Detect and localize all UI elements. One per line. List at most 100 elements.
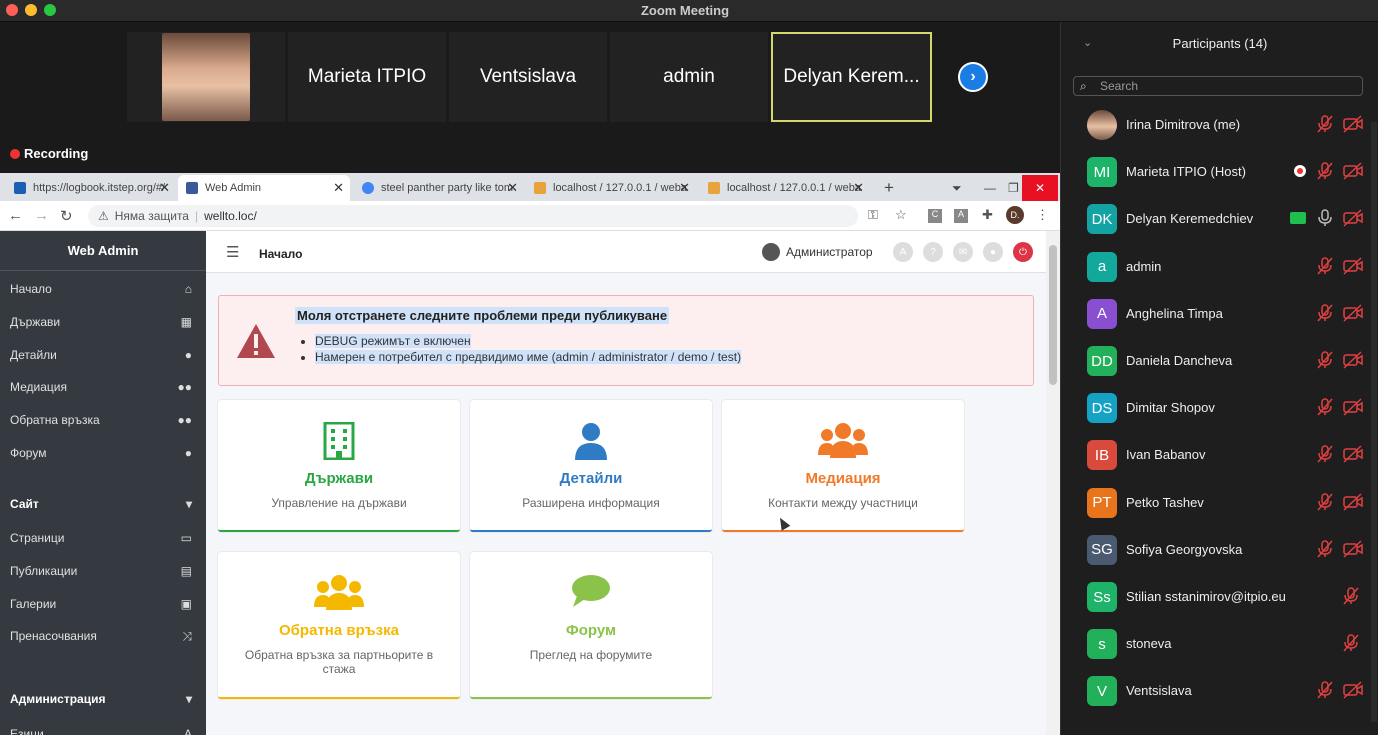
participant-row[interactable]: A Anghelina Timpa: [1061, 293, 1378, 340]
forward-icon[interactable]: →: [34, 207, 49, 224]
favicon-icon: [186, 182, 198, 194]
participant-name: Ventsislava: [1126, 683, 1192, 699]
sidebar-item-details[interactable]: Детайли ●: [0, 340, 206, 370]
participant-row[interactable]: DK Delyan Keremedchiev: [1061, 198, 1378, 245]
video-tile[interactable]: Marieta ITPIO: [288, 32, 446, 122]
user-menu[interactable]: Администратор: [762, 243, 873, 261]
video-tile-self[interactable]: [127, 32, 285, 122]
power-icon[interactable]: ⏻: [1013, 242, 1033, 262]
microphone-muted-icon[interactable]: [1317, 398, 1333, 416]
sidebar-section-site[interactable]: Сайт ▾: [0, 489, 206, 519]
microphone-muted-icon[interactable]: [1317, 540, 1333, 558]
participant-name: Marieta ITPIO (Host): [1126, 164, 1246, 180]
participant-row[interactable]: Irina Dimitrova (me): [1061, 104, 1378, 151]
sidebar-item-mediation[interactable]: Медиация ●●: [0, 372, 206, 402]
extension-icon[interactable]: C: [928, 209, 942, 223]
back-icon[interactable]: ←: [8, 207, 23, 224]
participant-row[interactable]: DD Daniela Dancheva: [1061, 340, 1378, 387]
card-title: Държави: [304, 470, 374, 487]
hamburger-menu-icon[interactable]: ☰: [226, 243, 239, 261]
security-label[interactable]: Няма защита: [115, 209, 189, 223]
participant-row[interactable]: a admin: [1061, 246, 1378, 293]
microphone-muted-icon[interactable]: [1317, 304, 1333, 322]
profile-avatar[interactable]: D.: [1006, 206, 1024, 224]
help-icon[interactable]: ?: [923, 242, 943, 262]
browser-tab[interactable]: steel panther party like tom ✕: [354, 175, 524, 201]
microphone-muted-icon[interactable]: [1343, 634, 1359, 652]
microphone-muted-icon[interactable]: [1317, 492, 1333, 511]
sidebar-item-feedback[interactable]: Обратна връзка ●●: [0, 405, 206, 435]
participant-row[interactable]: DS Dimitar Shopov: [1061, 387, 1378, 434]
sidebar-item-forum[interactable]: Форум ●: [0, 438, 206, 468]
language-circle-icon[interactable]: A: [893, 242, 913, 262]
recording-icon: [1294, 165, 1306, 178]
star-icon[interactable]: ☆: [895, 207, 907, 223]
card-feedback[interactable]: Обратна връзка Обратна връзка за партньо…: [218, 552, 460, 699]
chat-icon[interactable]: ●: [983, 242, 1003, 262]
sidebar-item-languages[interactable]: Езици A: [0, 717, 206, 735]
participant-row[interactable]: IB Ivan Babanov: [1061, 434, 1378, 481]
recording-indicator: Recording: [10, 146, 88, 161]
sidebar-section-admin[interactable]: Администрация ▾: [0, 684, 206, 714]
scrollbar-thumb[interactable]: [1049, 245, 1057, 385]
extension-icon[interactable]: A: [954, 209, 968, 223]
sidebar-brand[interactable]: Web Admin: [0, 231, 206, 271]
close-tab-icon[interactable]: ✕: [679, 180, 690, 196]
card-details[interactable]: Детайли Разширена информация: [470, 400, 712, 532]
close-tab-icon[interactable]: ✕: [507, 180, 518, 196]
participant-row[interactable]: PT Petko Tashev: [1061, 482, 1378, 529]
microphone-muted-icon[interactable]: [1317, 445, 1333, 463]
participants-search-input[interactable]: ⌕ Search: [1073, 76, 1363, 96]
microphone-muted-icon[interactable]: [1317, 681, 1333, 699]
page-scrollbar[interactable]: [1046, 231, 1060, 735]
video-tile-active-speaker[interactable]: Delyan Kerem...: [771, 32, 932, 122]
close-tab-icon[interactable]: ✕: [159, 180, 170, 196]
new-tab-button[interactable]: +: [876, 175, 904, 201]
url-text[interactable]: wellto.loc/: [204, 209, 257, 223]
mail-icon[interactable]: ✉: [953, 242, 973, 262]
participant-row[interactable]: MI Marieta ITPIO (Host): [1061, 151, 1378, 198]
video-off-icon: [1343, 209, 1363, 227]
reload-icon[interactable]: ↻: [60, 207, 73, 225]
sidebar-item-posts[interactable]: Публикации ▤: [0, 556, 206, 586]
kebab-menu-icon[interactable]: ⋮: [1036, 207, 1049, 223]
card-countries[interactable]: Държави Управление на държави: [218, 400, 460, 532]
sidebar-item-galleries[interactable]: Галерии ▣: [0, 589, 206, 619]
restore-icon[interactable]: ❐: [1000, 175, 1020, 201]
card-forum[interactable]: Форум Преглед на форумите: [470, 552, 712, 699]
close-tab-icon[interactable]: ✕: [333, 180, 344, 196]
microphone-muted-icon[interactable]: [1343, 587, 1359, 605]
page-title: Начало: [259, 247, 303, 261]
browser-tab[interactable]: localhost / 127.0.0.1 / weba ✕: [700, 175, 870, 201]
tab-search-icon[interactable]: ⏷: [944, 175, 966, 201]
omnibox[interactable]: ⚠ Няма защита | wellto.loc/: [88, 205, 858, 227]
browser-tab[interactable]: localhost / 127.0.0.1 / weba ✕: [526, 175, 696, 201]
video-tile[interactable]: Ventsislava: [449, 32, 607, 122]
microphone-muted-icon[interactable]: [1317, 115, 1333, 133]
microphone-muted-icon[interactable]: [1317, 162, 1333, 180]
close-tab-icon[interactable]: ✕: [853, 180, 864, 196]
sidebar-item-pages[interactable]: Страници ▭: [0, 523, 206, 553]
microphone-muted-icon[interactable]: [1317, 351, 1333, 369]
sidebar-item-home[interactable]: Начало ⌂: [0, 274, 206, 304]
sidebar-item-redirects[interactable]: Пренасочвания ⤨: [0, 621, 206, 651]
users-icon: [722, 422, 964, 458]
participant-row[interactable]: SG Sofiya Georgyovska: [1061, 529, 1378, 576]
chevron-right-icon[interactable]: ›: [958, 62, 988, 92]
video-tile[interactable]: admin: [610, 32, 768, 122]
card-mediation[interactable]: Медиация Контакти между участници: [722, 400, 964, 532]
language-icon: A: [183, 727, 192, 735]
participant-row[interactable]: V Ventsislava: [1061, 670, 1378, 717]
microphone-muted-icon[interactable]: [1317, 256, 1333, 275]
browser-tab[interactable]: https://logbook.itstep.org/#/✕: [6, 175, 176, 201]
participants-scrollbar[interactable]: [1371, 122, 1377, 722]
puzzle-icon[interactable]: ✚: [982, 207, 993, 223]
key-icon[interactable]: ⚿: [868, 207, 878, 223]
close-browser-icon[interactable]: ✕: [1022, 175, 1058, 201]
minimize-icon[interactable]: —: [976, 175, 996, 201]
participant-row[interactable]: s stoneva: [1061, 623, 1378, 670]
microphone-icon[interactable]: [1317, 209, 1333, 227]
sidebar-item-countries[interactable]: Държави ▦: [0, 307, 206, 337]
browser-tab-active[interactable]: Web Admin ✕: [178, 175, 350, 201]
participant-row[interactable]: Ss Stilian sstanimirov@itpio.eu: [1061, 576, 1378, 623]
